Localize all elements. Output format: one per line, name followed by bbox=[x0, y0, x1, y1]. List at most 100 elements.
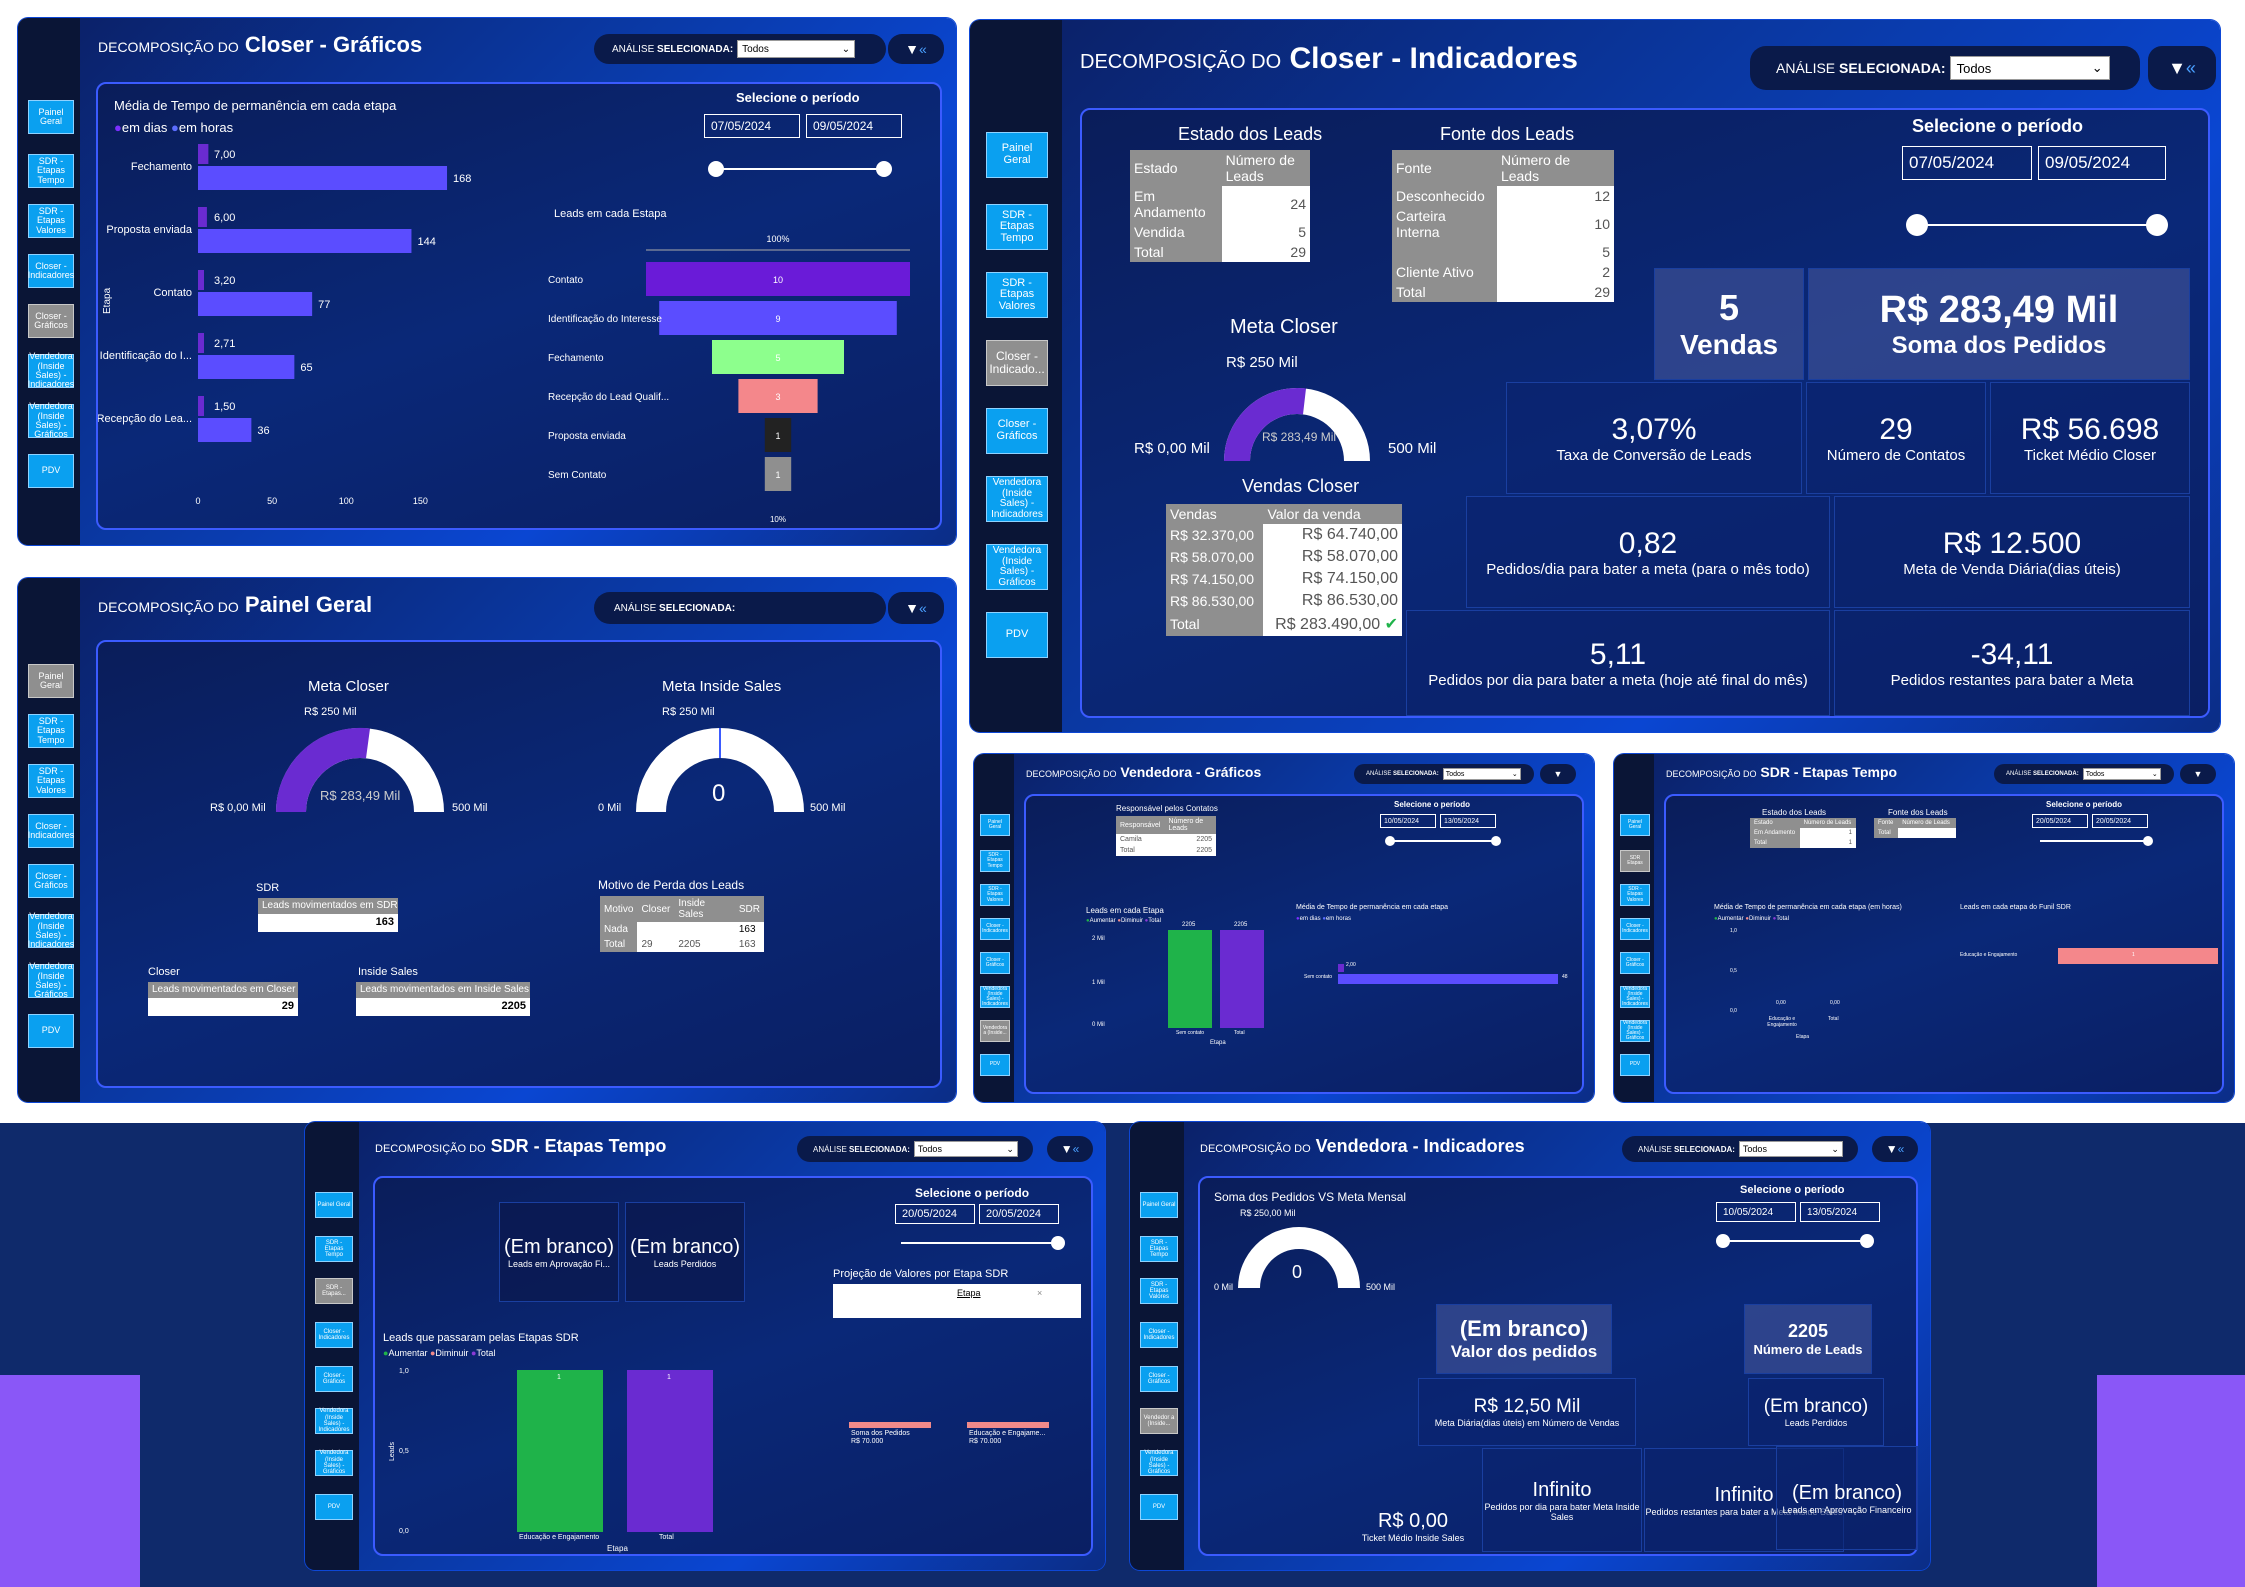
nav-closer-indicadores[interactable]: Closer - Indicadores bbox=[980, 918, 1010, 940]
nav-inside-indicadores[interactable]: Vendedora (Inside Sales) - Indicadores bbox=[315, 1408, 353, 1434]
date-start-input[interactable]: 20/05/2024 bbox=[895, 1204, 975, 1224]
nav-inside-indicadores[interactable]: Vendedora (Inside Sales) - Indicadores bbox=[28, 351, 75, 389]
date-start-input[interactable]: 07/05/2024 bbox=[1902, 146, 2032, 180]
nav-closer-graficos[interactable]: Closer - Gráficos bbox=[28, 864, 74, 898]
date-end-input[interactable]: 09/05/2024 bbox=[2038, 146, 2166, 180]
nav-sdr-tempo[interactable]: SDR Etapas bbox=[1620, 850, 1650, 872]
analysis-filter[interactable]: ANÁLISE SELECIONADA: Todos ⌄ bbox=[594, 34, 886, 64]
nav-closer-indicadores[interactable]: Closer - Indicadores bbox=[1620, 918, 1650, 940]
nav-painel-geral[interactable]: Painel Geral bbox=[980, 814, 1010, 836]
nav-closer-indicadores[interactable]: Closer - Indicadores bbox=[28, 814, 74, 848]
analysis-filter[interactable]: ANÁLISE SELECIONADA: Todos ⌄ bbox=[1622, 1136, 1858, 1162]
nav-closer-graficos[interactable]: Closer - Gráficos bbox=[1620, 952, 1650, 974]
nav-sdr-valores[interactable]: SDR - Etapas Valores bbox=[1140, 1278, 1178, 1304]
nav-inside-graficos[interactable]: Vendedora (Inside Sales) - Gráficos bbox=[1620, 1020, 1650, 1042]
proj-field-well[interactable]: Etapa × bbox=[833, 1284, 1081, 1318]
nav-sdr-tempo[interactable]: SDR - Etapas Tempo bbox=[986, 204, 1048, 250]
nav-closer-indicadores[interactable]: Closer - Indicadores bbox=[28, 254, 74, 288]
nav-sdr-valores[interactable]: SDR - Etapas... bbox=[315, 1278, 353, 1304]
date-end-input[interactable]: 13/05/2024 bbox=[1800, 1202, 1880, 1222]
analysis-filter[interactable]: ANÁLISE SELECIONADA: Todos ⌄ bbox=[1994, 764, 2174, 784]
nav-inside-indicadores[interactable]: Vendedora (Inside Sales) - Indicadores bbox=[986, 476, 1048, 522]
date-end-input[interactable]: 20/05/2024 bbox=[979, 1204, 1059, 1224]
analysis-filter[interactable]: ANÁLISE SELECIONADA: bbox=[594, 592, 886, 624]
nav-inside-graficos[interactable]: Vendedora a (Inside... bbox=[980, 1020, 1010, 1042]
nav-painel-geral[interactable]: Painel Geral bbox=[315, 1192, 353, 1218]
slider-start-handle[interactable] bbox=[1906, 214, 1928, 236]
date-start-input[interactable]: 07/05/2024 bbox=[704, 114, 800, 138]
nav-inside-graficos[interactable]: Vendedora (Inside Sales) - Gráficos bbox=[28, 961, 74, 999]
nav-closer-graficos[interactable]: Closer - Gráficos bbox=[315, 1366, 353, 1392]
nav-painel-geral[interactable]: Painel Geral bbox=[986, 132, 1048, 178]
filter-button[interactable]: ▼ « bbox=[2148, 46, 2216, 90]
nav-sdr-tempo[interactable]: SDR - Etapas Tempo bbox=[315, 1236, 353, 1262]
nav-pdv[interactable]: PDV bbox=[1620, 1054, 1650, 1076]
slider-start-handle[interactable] bbox=[1385, 836, 1395, 846]
nav-closer-indicadores[interactable]: Closer - Indicadores bbox=[1140, 1322, 1178, 1348]
nav-closer-graficos[interactable]: Closer - Gráficos bbox=[986, 408, 1048, 454]
slider-end-handle[interactable] bbox=[2143, 836, 2153, 846]
analysis-filter[interactable]: ANÁLISE SELECIONADA: Todos ⌄ bbox=[1750, 46, 2140, 90]
nav-sdr-tempo[interactable]: SDR - Etapas Tempo bbox=[980, 850, 1010, 872]
nav-inside-indicadores[interactable]: Vendedora (Inside Sales) - Indicadores bbox=[28, 911, 75, 949]
analysis-select[interactable]: Todos ⌄ bbox=[1442, 768, 1521, 780]
filter-button[interactable]: ▼ « bbox=[1047, 1136, 1093, 1162]
slider-end-handle[interactable] bbox=[1860, 1234, 1874, 1248]
nav-inside-graficos[interactable]: Vendedora (Inside Sales) - Gráficos bbox=[28, 401, 74, 439]
nav-sdr-tempo[interactable]: SDR - Etapas Tempo bbox=[1140, 1236, 1178, 1262]
nav-closer-indicadores[interactable]: Closer - Indicadores bbox=[315, 1322, 353, 1348]
nav-pdv[interactable]: PDV bbox=[315, 1494, 353, 1520]
nav-closer-graficos[interactable]: Closer - Gráficos bbox=[1140, 1366, 1178, 1392]
nav-pdv[interactable]: PDV bbox=[28, 454, 74, 488]
nav-painel-geral[interactable]: Painel Geral bbox=[1620, 814, 1650, 836]
nav-pdv[interactable]: PDV bbox=[28, 1014, 74, 1048]
nav-sdr-tempo[interactable]: SDR - Etapas Tempo bbox=[28, 154, 74, 188]
nav-inside-graficos[interactable]: Vendedora (Inside Sales) - Gráficos bbox=[1140, 1450, 1178, 1476]
nav-closer-graficos[interactable]: Closer - Gráficos bbox=[28, 304, 74, 338]
analysis-select[interactable]: Todos ⌄ bbox=[737, 40, 856, 58]
nav-painel-geral[interactable]: Painel Geral bbox=[28, 664, 74, 698]
nav-sdr-valores[interactable]: SDR - Etapas Valores bbox=[986, 272, 1048, 318]
nav-closer-indicadores[interactable]: Closer - Indicado... bbox=[986, 340, 1048, 386]
nav-pdv[interactable]: PDV bbox=[980, 1054, 1010, 1076]
nav-inside-graficos[interactable]: Vendedora (Inside Sales) - Gráficos bbox=[315, 1450, 353, 1476]
date-start-input[interactable]: 20/05/2024 bbox=[2032, 814, 2088, 828]
slider-end-handle[interactable] bbox=[1491, 836, 1501, 846]
nav-sdr-valores[interactable]: SDR - Etapas Valores bbox=[980, 884, 1010, 906]
nav-inside-graficos[interactable]: Vendedora (Inside Sales) - Gráficos bbox=[986, 544, 1048, 590]
date-slider[interactable] bbox=[901, 1236, 1065, 1250]
filter-button[interactable]: ▼ bbox=[2180, 764, 2216, 784]
filter-button[interactable]: ▼ « bbox=[888, 592, 944, 624]
analysis-select[interactable]: Todos ⌄ bbox=[1949, 56, 2110, 80]
nav-pdv[interactable]: PDV bbox=[1140, 1494, 1178, 1520]
date-slider[interactable] bbox=[2040, 836, 2153, 846]
nav-pdv[interactable]: PDV bbox=[986, 612, 1048, 658]
date-start-input[interactable]: 10/05/2024 bbox=[1716, 1202, 1796, 1222]
filter-button[interactable]: ▼ « bbox=[1872, 1136, 1918, 1162]
date-slider[interactable] bbox=[1716, 1234, 1874, 1248]
nav-closer-graficos[interactable]: Closer - Gráficos bbox=[980, 952, 1010, 974]
slider-start-handle[interactable] bbox=[708, 161, 724, 177]
date-end-input[interactable]: 09/05/2024 bbox=[806, 114, 902, 138]
date-slider[interactable] bbox=[1906, 214, 2168, 236]
date-slider[interactable] bbox=[1385, 836, 1501, 846]
date-slider[interactable] bbox=[708, 161, 892, 177]
nav-sdr-valores[interactable]: SDR - Etapas Valores bbox=[28, 204, 74, 238]
analysis-select[interactable]: Todos ⌄ bbox=[913, 1141, 1018, 1157]
date-end-input[interactable]: 13/05/2024 bbox=[1440, 814, 1496, 828]
nav-inside-indicadores[interactable]: Vendedora (Inside Sales) - Indicadores bbox=[1620, 986, 1650, 1008]
nav-sdr-tempo[interactable]: SDR - Etapas Tempo bbox=[28, 714, 74, 748]
nav-painel-geral[interactable]: Painel Geral bbox=[28, 100, 74, 134]
nav-painel-geral[interactable]: Painel Geral bbox=[1140, 1192, 1178, 1218]
slider-start-handle[interactable] bbox=[1716, 1234, 1730, 1248]
filter-button[interactable]: ▼ « bbox=[888, 34, 944, 64]
analysis-select[interactable]: Todos ⌄ bbox=[1738, 1141, 1843, 1157]
nav-inside-indicadores[interactable]: Vendedora (Inside Sales) - Indicadores bbox=[980, 986, 1010, 1008]
filter-button[interactable]: ▼ bbox=[1540, 764, 1576, 784]
slider-end-handle[interactable] bbox=[1051, 1236, 1065, 1250]
analysis-select[interactable]: Todos ⌄ bbox=[2082, 768, 2161, 780]
analysis-filter[interactable]: ANÁLISE SELECIONADA: Todos ⌄ bbox=[797, 1136, 1033, 1162]
slider-end-handle[interactable] bbox=[876, 161, 892, 177]
date-start-input[interactable]: 10/05/2024 bbox=[1380, 814, 1436, 828]
analysis-filter[interactable]: ANÁLISE SELECIONADA: Todos ⌄ bbox=[1354, 764, 1534, 784]
